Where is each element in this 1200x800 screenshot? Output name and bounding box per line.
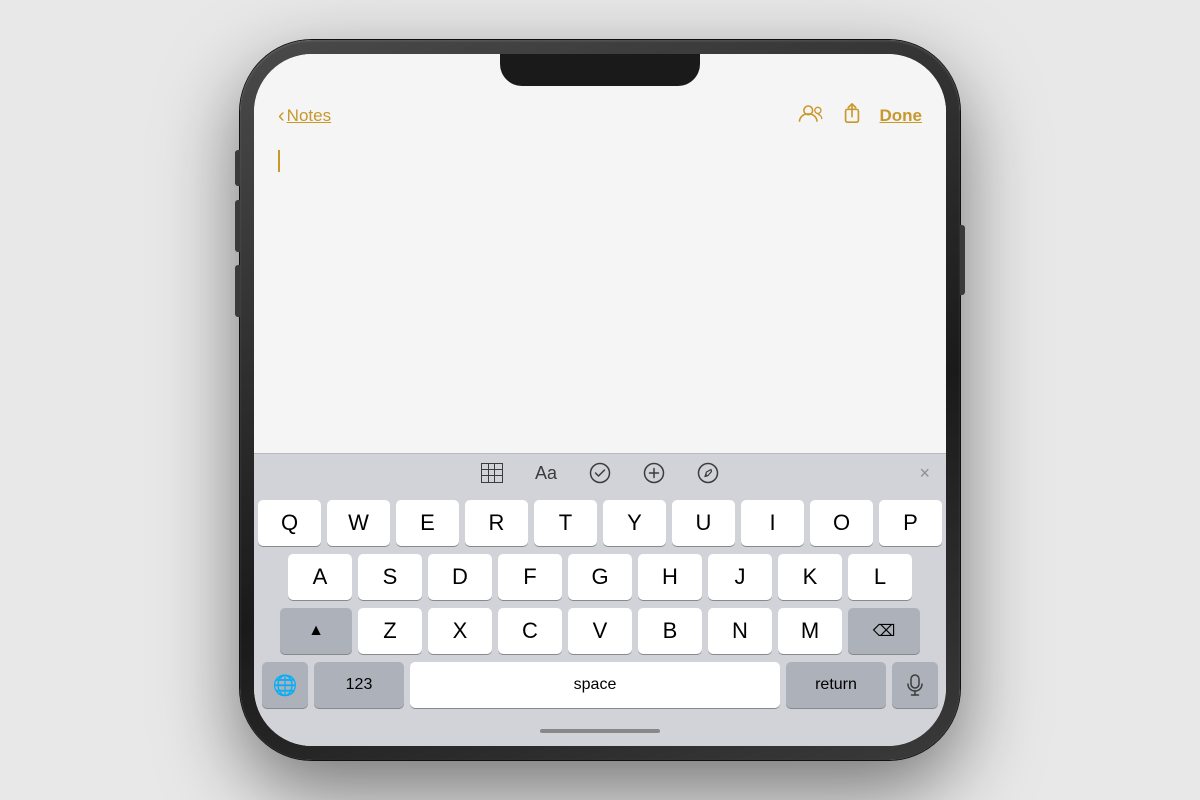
key-p[interactable]: P (879, 500, 942, 546)
microphone-key[interactable] (892, 662, 938, 708)
table-icon (481, 463, 503, 483)
keyboard-row-1: Q W E R T Y U I O P (258, 500, 942, 546)
format-label: Aa (535, 463, 557, 484)
key-f[interactable]: F (498, 554, 562, 600)
keyboard: Q W E R T Y U I O P A S D F G H J K (254, 492, 946, 716)
back-label[interactable]: Notes (287, 106, 331, 126)
navigation-bar: ‹ Notes (254, 98, 946, 138)
key-e[interactable]: E (396, 500, 459, 546)
done-button[interactable]: Done (880, 106, 923, 126)
format-toolbar-button[interactable]: Aa (535, 463, 557, 484)
key-j[interactable]: J (708, 554, 772, 600)
power-button[interactable] (960, 225, 965, 295)
key-v[interactable]: V (568, 608, 632, 654)
insert-toolbar-button[interactable] (643, 462, 665, 484)
globe-key[interactable]: 🌐 (262, 662, 308, 708)
key-c[interactable]: C (498, 608, 562, 654)
return-label: return (815, 676, 857, 694)
numbers-label: 123 (346, 676, 373, 694)
notch (500, 54, 700, 86)
volume-up-button[interactable] (235, 200, 240, 252)
key-x[interactable]: X (428, 608, 492, 654)
key-h[interactable]: H (638, 554, 702, 600)
volume-down-button[interactable] (235, 265, 240, 317)
key-z[interactable]: Z (358, 608, 422, 654)
key-k[interactable]: K (778, 554, 842, 600)
plus-circle-icon (643, 462, 665, 484)
table-toolbar-button[interactable] (481, 463, 503, 483)
text-cursor (278, 150, 280, 172)
microphone-icon (906, 674, 924, 696)
key-y[interactable]: Y (603, 500, 666, 546)
key-l[interactable]: L (848, 554, 912, 600)
key-n[interactable]: N (708, 608, 772, 654)
share-icon[interactable] (842, 102, 862, 130)
checklist-toolbar-button[interactable] (589, 462, 611, 484)
key-o[interactable]: O (810, 500, 873, 546)
nav-right-icons: Done (796, 102, 923, 130)
home-indicator (254, 716, 946, 746)
chevron-left-icon: ‹ (278, 105, 285, 128)
phone-screen: ‹ Notes (254, 54, 946, 746)
back-button[interactable]: ‹ Notes (278, 105, 331, 128)
keyboard-row-bottom: 🌐 123 space return (258, 662, 942, 708)
pen-circle-icon (697, 462, 719, 484)
key-m[interactable]: M (778, 608, 842, 654)
note-content-area[interactable] (254, 138, 946, 453)
keyboard-row-3: ▲ Z X C V B N M ⌫ (258, 608, 942, 654)
key-g[interactable]: G (568, 554, 632, 600)
key-i[interactable]: I (741, 500, 804, 546)
numbers-key[interactable]: 123 (314, 662, 404, 708)
key-a[interactable]: A (288, 554, 352, 600)
key-b[interactable]: B (638, 608, 702, 654)
space-key[interactable]: space (410, 662, 780, 708)
checkmark-circle-icon (589, 462, 611, 484)
keyboard-dismiss-button[interactable]: × (919, 463, 930, 484)
keyboard-toolbar: Aa (254, 453, 946, 492)
key-d[interactable]: D (428, 554, 492, 600)
keyboard-row-2: A S D F G H J K L (258, 554, 942, 600)
mute-button[interactable] (235, 150, 240, 186)
home-bar (540, 729, 660, 733)
key-t[interactable]: T (534, 500, 597, 546)
shift-key[interactable]: ▲ (280, 608, 352, 654)
key-u[interactable]: U (672, 500, 735, 546)
delete-key[interactable]: ⌫ (848, 608, 920, 654)
collaborate-icon[interactable] (796, 102, 824, 130)
space-label: space (574, 676, 617, 694)
key-r[interactable]: R (465, 500, 528, 546)
key-w[interactable]: W (327, 500, 390, 546)
sketch-toolbar-button[interactable] (697, 462, 719, 484)
phone-device: ‹ Notes (240, 40, 960, 760)
key-q[interactable]: Q (258, 500, 321, 546)
key-s[interactable]: S (358, 554, 422, 600)
return-key[interactable]: return (786, 662, 886, 708)
